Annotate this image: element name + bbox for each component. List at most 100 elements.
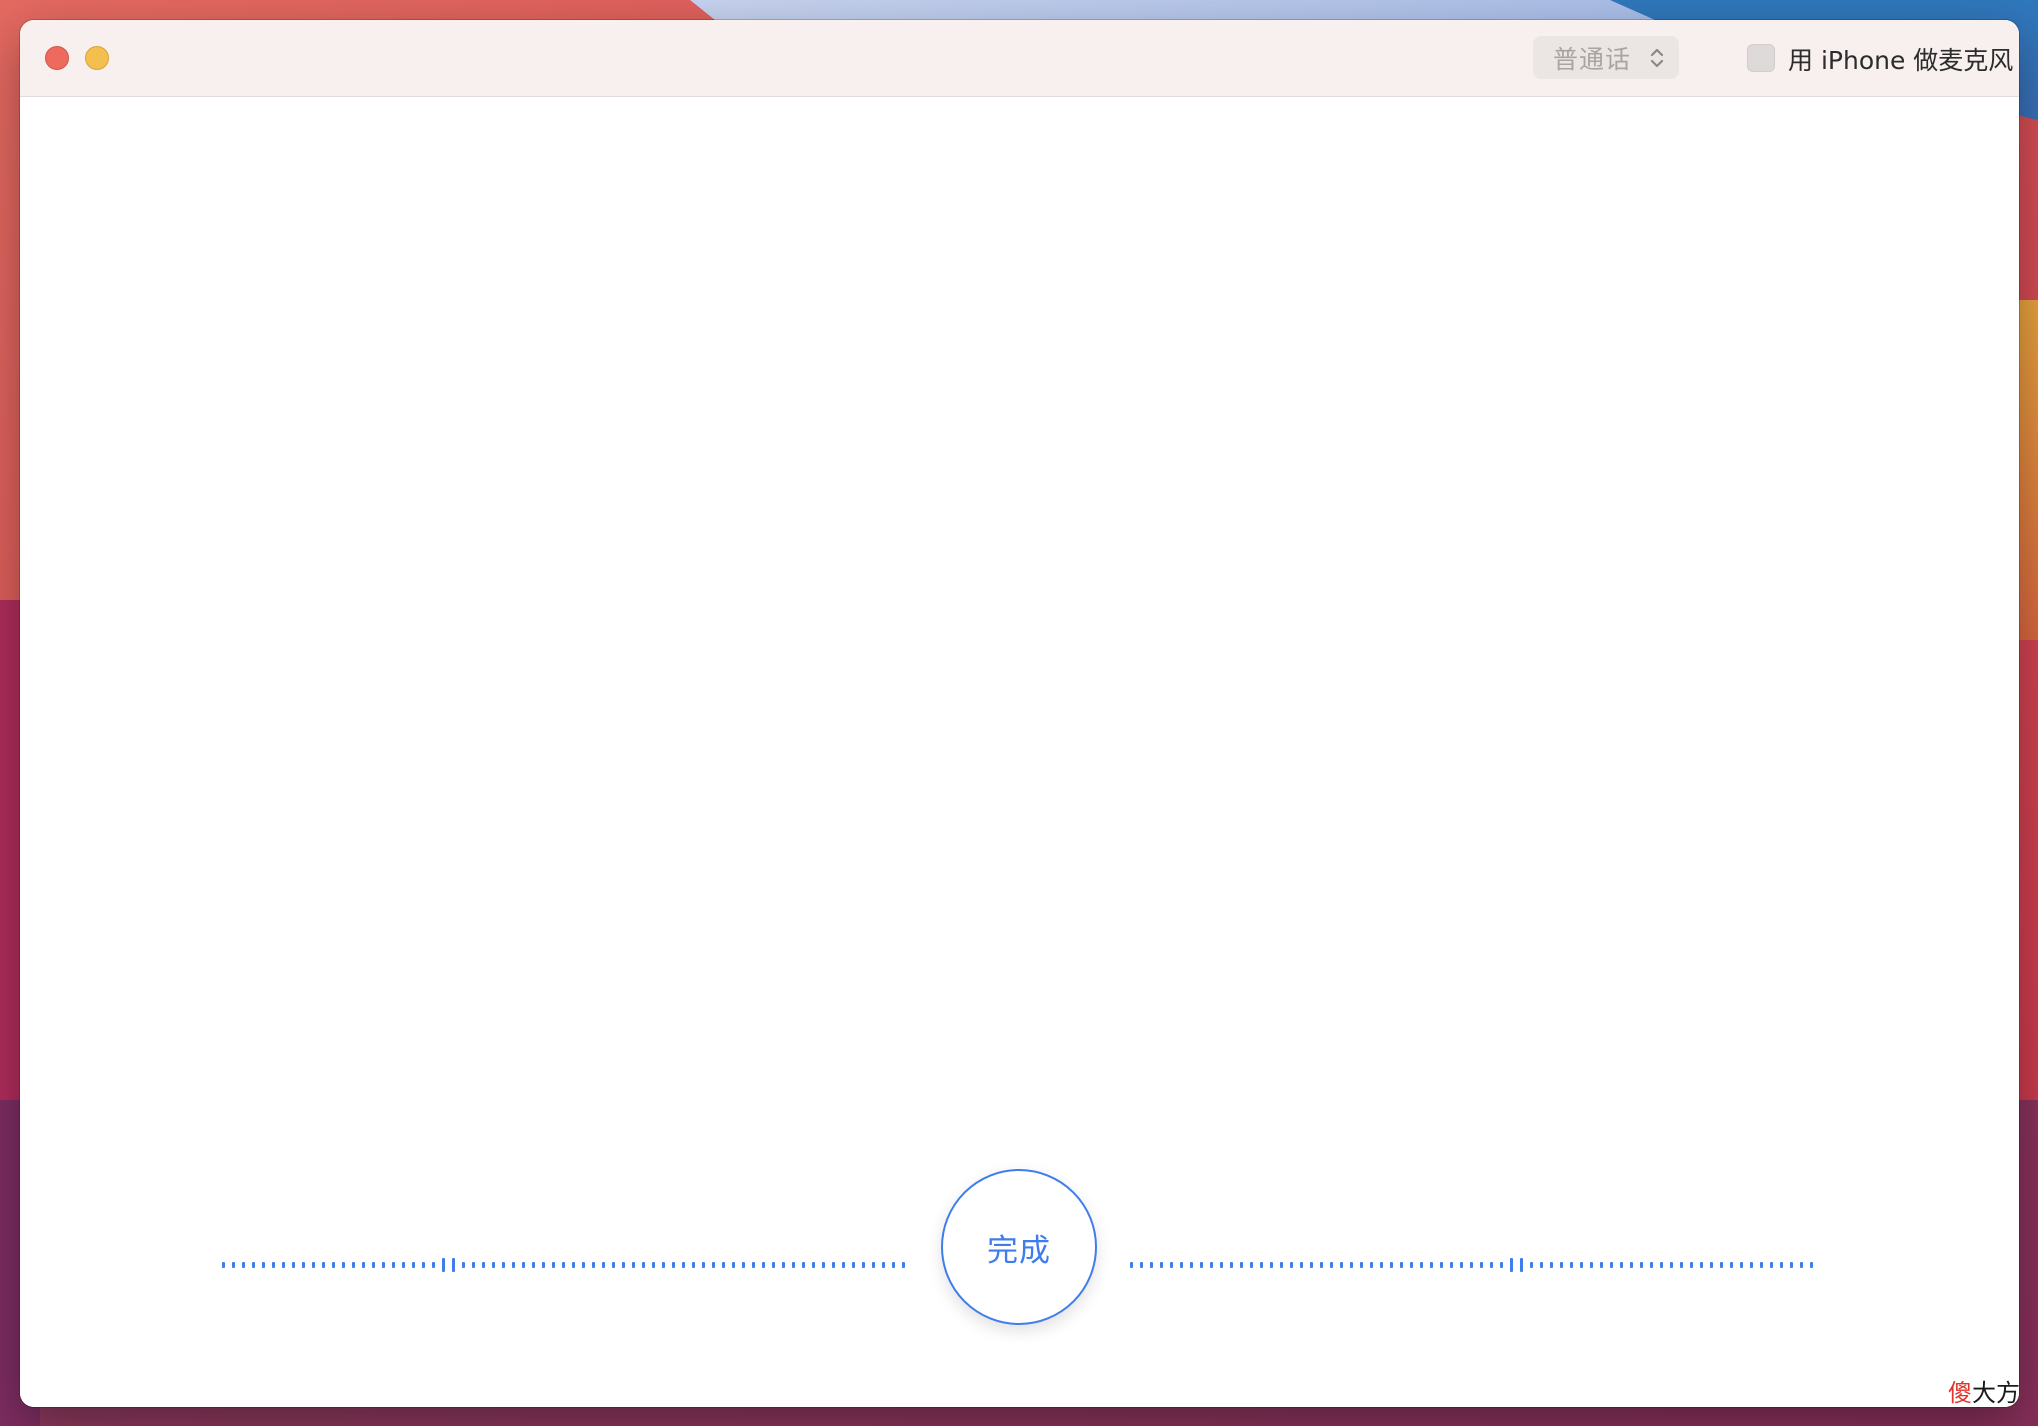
waveform-bar [1300, 1262, 1303, 1268]
waveform-bar [1210, 1262, 1213, 1268]
waveform-bar [352, 1262, 355, 1268]
waveform-bar [872, 1262, 875, 1268]
waveform-bar [442, 1258, 445, 1272]
waveform-bar [1480, 1262, 1483, 1268]
waveform-bar [1390, 1262, 1393, 1268]
desktop-background: 普通话 用 iPhone 做麦克风 完成 傻大方 [0, 0, 2038, 1426]
iphone-mic-checkbox[interactable] [1747, 44, 1775, 72]
audio-waveform-right [1130, 1258, 1813, 1272]
waveform-bar [1600, 1262, 1603, 1268]
waveform-bar [1400, 1262, 1403, 1268]
waveform-bar [742, 1262, 745, 1268]
waveform-bar [282, 1262, 285, 1268]
watermark-part-2: 大方 [1972, 1379, 2020, 1407]
waveform-bar [1680, 1262, 1683, 1268]
waveform-bar [672, 1262, 675, 1268]
waveform-bar [762, 1262, 765, 1268]
waveform-bar [1580, 1262, 1583, 1268]
waveform-bar [692, 1262, 695, 1268]
waveform-bar [1340, 1262, 1343, 1268]
waveform-bar [1150, 1262, 1153, 1268]
waveform-bar [1520, 1258, 1523, 1272]
waveform-bar [1470, 1262, 1473, 1268]
waveform-bar [1790, 1262, 1793, 1268]
waveform-bar [812, 1262, 815, 1268]
waveform-bar [252, 1262, 255, 1268]
waveform-bar [1560, 1262, 1563, 1268]
waveform-bar [1540, 1262, 1543, 1268]
waveform-bar [1800, 1262, 1803, 1268]
waveform-bar [462, 1262, 465, 1268]
waveform-bar [712, 1262, 715, 1268]
waveform-bar [522, 1262, 525, 1268]
waveform-bar [1140, 1262, 1143, 1268]
waveform-bar [1550, 1262, 1553, 1268]
waveform-bar [732, 1262, 735, 1268]
waveform-bar [882, 1262, 885, 1268]
waveform-bar [492, 1262, 495, 1268]
waveform-bar [842, 1262, 845, 1268]
done-button[interactable]: 完成 [941, 1169, 1097, 1325]
watermark-part-1: 傻 [1948, 1379, 1972, 1407]
waveform-bar [362, 1262, 365, 1268]
waveform-bar [1810, 1262, 1813, 1268]
waveform-bar [1420, 1262, 1423, 1268]
waveform-bar [312, 1262, 315, 1268]
dictation-window: 普通话 用 iPhone 做麦克风 完成 [20, 20, 2019, 1407]
watermark: 傻大方 [1948, 1373, 2020, 1408]
waveform-bar [302, 1262, 305, 1268]
waveform-bar [1240, 1262, 1243, 1268]
waveform-bar [1590, 1262, 1593, 1268]
minimize-button[interactable] [85, 46, 109, 70]
waveform-bar [1440, 1262, 1443, 1268]
close-button[interactable] [45, 46, 69, 70]
waveform-bar [1220, 1262, 1223, 1268]
waveform-bar [1530, 1262, 1533, 1268]
waveform-bar [1380, 1262, 1383, 1268]
waveform-bar [1730, 1262, 1733, 1268]
waveform-bar [1160, 1262, 1163, 1268]
waveform-bar [412, 1262, 415, 1268]
waveform-bar [642, 1262, 645, 1268]
waveform-bar [542, 1262, 545, 1268]
waveform-bar [242, 1262, 245, 1268]
waveform-bar [532, 1262, 535, 1268]
window-titlebar: 普通话 用 iPhone 做麦克风 [20, 20, 2019, 97]
waveform-bar [1360, 1262, 1363, 1268]
waveform-bar [1650, 1262, 1653, 1268]
waveform-bar [222, 1262, 225, 1268]
waveform-bar [502, 1262, 505, 1268]
waveform-bar [1660, 1262, 1663, 1268]
waveform-bar [1500, 1262, 1503, 1268]
waveform-bar [1320, 1262, 1323, 1268]
waveform-bar [1450, 1262, 1453, 1268]
waveform-bar [1770, 1262, 1773, 1268]
waveform-bar [552, 1262, 555, 1268]
waveform-bar [1370, 1262, 1373, 1268]
iphone-mic-label: 用 iPhone 做麦克风 [1788, 46, 2014, 75]
waveform-bar [602, 1262, 605, 1268]
waveform-bar [902, 1262, 905, 1268]
waveform-bar [342, 1262, 345, 1268]
waveform-bar [1260, 1262, 1263, 1268]
waveform-bar [1740, 1262, 1743, 1268]
waveform-bar [562, 1262, 565, 1268]
waveform-bar [332, 1262, 335, 1268]
waveform-bar [1670, 1262, 1673, 1268]
waveform-bar [1250, 1262, 1253, 1268]
waveform-bar [862, 1262, 865, 1268]
chevron-up-down-icon [1650, 48, 1664, 68]
waveform-bar [262, 1262, 265, 1268]
waveform-bar [832, 1262, 835, 1268]
waveform-bar [752, 1262, 755, 1268]
waveform-bar [1570, 1262, 1573, 1268]
waveform-bar [632, 1262, 635, 1268]
waveform-bar [1780, 1262, 1783, 1268]
waveform-bar [1460, 1262, 1463, 1268]
waveform-bar [1310, 1262, 1313, 1268]
language-select-value: 普通话 [1553, 44, 1632, 74]
language-select[interactable]: 普通话 [1533, 36, 1679, 79]
waveform-bar [382, 1262, 385, 1268]
waveform-bar [402, 1262, 405, 1268]
waveform-bar [892, 1262, 895, 1268]
